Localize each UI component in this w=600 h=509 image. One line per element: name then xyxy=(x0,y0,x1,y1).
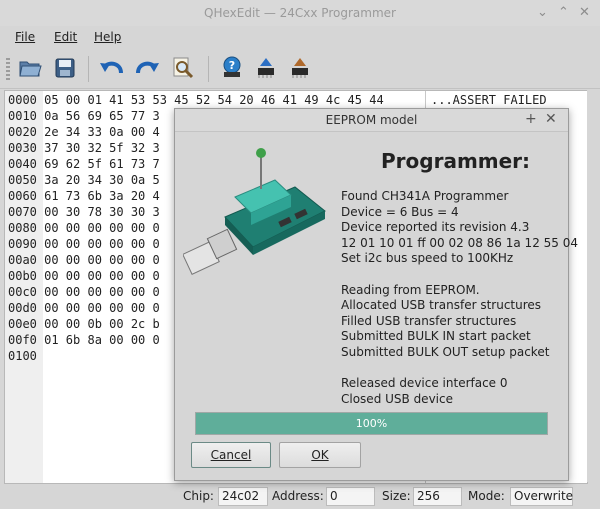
hex-row[interactable]: 0100 xyxy=(8,349,37,365)
hex-row[interactable]: 0070 00 30 78 30 30 3 xyxy=(8,205,160,221)
menubar: File Edit Help xyxy=(0,26,600,48)
ok-button[interactable]: OK xyxy=(279,442,361,468)
mode-label: Mode: xyxy=(468,489,505,503)
log-line: Device = 6 Bus = 4 xyxy=(341,205,459,219)
hex-row[interactable]: 0060 61 73 6b 3a 20 4 xyxy=(8,189,160,205)
log-line: 12 01 10 01 ff 00 02 08 86 1a 12 55 04 xyxy=(341,236,578,250)
hex-row[interactable]: 0000 05 00 01 41 53 53 45 52 54 20 46 41… xyxy=(8,93,384,109)
chip-value: 24c02 xyxy=(218,487,268,506)
size-label: Size: xyxy=(382,489,411,503)
dialog-pin-button[interactable]: + xyxy=(525,111,537,127)
log-line: Closed USB device xyxy=(341,392,453,406)
toolbar-separator xyxy=(88,56,89,82)
log-line: Allocated USB transfer structures xyxy=(341,298,542,312)
hex-row[interactable]: 00f0 01 6b 8a 00 00 0 xyxy=(8,333,160,349)
hex-row[interactable]: 0080 00 00 00 00 00 0 xyxy=(8,221,160,237)
log-line: Found CH341A Programmer xyxy=(341,189,509,203)
toolbar: ? xyxy=(0,50,600,89)
cancel-button-label: Cancel xyxy=(210,448,252,462)
hex-row[interactable]: 0040 69 62 5f 61 73 7 xyxy=(8,157,160,173)
hex-row[interactable]: 0010 0a 56 69 65 77 3 xyxy=(8,109,160,125)
hex-row[interactable]: 0090 00 00 00 00 00 0 xyxy=(8,237,160,253)
menu-help[interactable]: Help xyxy=(94,30,121,44)
hex-row[interactable]: 00a0 00 00 00 00 00 0 xyxy=(8,253,160,269)
toolbar-separator xyxy=(208,56,209,82)
menu-edit[interactable]: Edit xyxy=(54,30,77,44)
hex-row[interactable]: 0030 37 30 32 5f 32 3 xyxy=(8,141,160,157)
progress-text: 100% xyxy=(355,417,388,430)
open-icon[interactable] xyxy=(16,54,44,82)
hex-row[interactable]: 0050 3a 20 34 30 0a 5 xyxy=(8,173,160,189)
statusbar: Chip: 24c02 Address: 0 Size: 256 Mode: O… xyxy=(0,484,600,509)
write-eeprom-icon[interactable] xyxy=(286,54,314,82)
close-button[interactable]: ✕ xyxy=(579,5,590,20)
dialog-titlebar: EEPROM model + ✕ xyxy=(175,109,568,132)
cancel-button[interactable]: Cancel xyxy=(191,442,271,468)
hex-row[interactable]: 00e0 00 00 0b 00 2c b xyxy=(8,317,160,333)
save-icon[interactable] xyxy=(51,54,79,82)
dialog-close-button[interactable]: ✕ xyxy=(545,111,557,127)
log-line: Filled USB transfer structures xyxy=(341,314,517,328)
log-line: Submitted BULK IN start packet xyxy=(341,329,531,343)
minimize-button[interactable]: ⌄ xyxy=(537,5,548,20)
dialog-title: EEPROM model xyxy=(325,113,418,127)
address-value: 0 xyxy=(326,487,375,506)
log-line: Released device interface 0 xyxy=(341,376,508,390)
progress-bar: 100% xyxy=(195,412,548,435)
window-title: QHexEdit — 24Cxx Programmer xyxy=(204,6,396,20)
hex-row[interactable]: 00b0 00 00 00 00 00 0 xyxy=(8,269,160,285)
scrollbar[interactable] xyxy=(587,90,598,482)
svg-text:?: ? xyxy=(229,59,235,72)
chip-label: Chip: xyxy=(183,489,214,503)
size-value: 256 xyxy=(413,487,462,506)
ascii-row[interactable]: ...ASSERT FAILED xyxy=(431,93,547,109)
log-line: Device reported its revision 4.3 xyxy=(341,220,530,234)
maximize-button[interactable]: ⌃ xyxy=(558,5,569,20)
read-eeprom-icon[interactable] xyxy=(252,54,280,82)
window-titlebar: QHexEdit — 24Cxx Programmer ⌄ ⌃ ✕ xyxy=(0,0,600,27)
about-icon[interactable]: ? xyxy=(218,54,246,82)
address-label: Address: xyxy=(272,489,324,503)
hex-row[interactable]: 00d0 00 00 00 00 00 0 xyxy=(8,301,160,317)
hex-row[interactable]: 00c0 00 00 00 00 00 0 xyxy=(8,285,160,301)
menu-file[interactable]: File xyxy=(15,30,35,44)
toolbar-grip[interactable] xyxy=(6,58,10,80)
redo-icon[interactable] xyxy=(133,54,161,82)
eeprom-model-dialog: EEPROM model + ✕ Programmer: Found CH341… xyxy=(174,108,578,481)
log-line: Submitted BULK OUT setup packet xyxy=(341,345,550,359)
ok-button-label: OK xyxy=(311,448,329,462)
log-line: Set i2c bus speed to 100KHz xyxy=(341,251,514,265)
hex-row[interactable]: 0020 2e 34 33 0a 00 4 xyxy=(8,125,160,141)
undo-icon[interactable] xyxy=(98,54,126,82)
programmer-image xyxy=(182,139,333,289)
find-icon[interactable] xyxy=(169,54,197,82)
mode-value: Overwrite xyxy=(510,487,573,506)
programmer-heading: Programmer: xyxy=(381,149,531,173)
log-line: Reading from EEPROM. xyxy=(341,283,480,297)
